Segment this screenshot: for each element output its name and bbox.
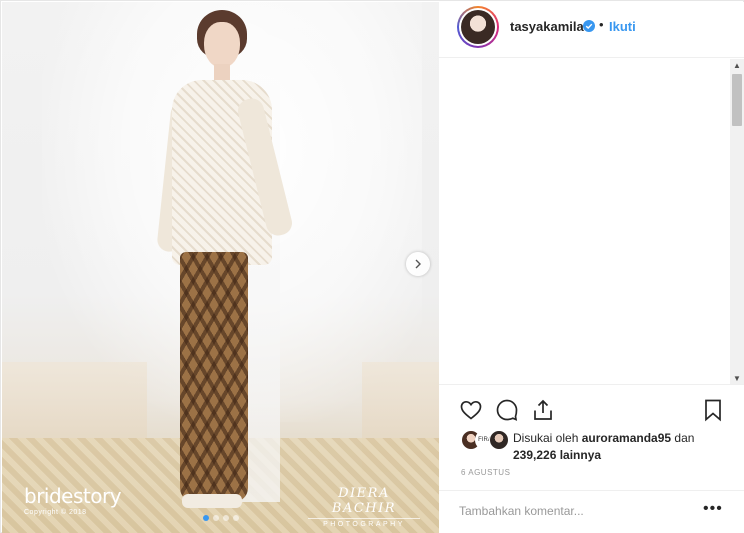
likes-prefix: Disukai oleh — [513, 431, 582, 445]
photo-bride-figure — [152, 2, 295, 533]
watermark-bridestory: bridestory Copyright © 2018 — [24, 484, 122, 516]
comment-input[interactable] — [459, 501, 689, 521]
likes-summary: Disukai oleh auroramanda95 dan 239,226 l… — [513, 430, 741, 464]
carousel-dot — [233, 515, 239, 521]
carousel-indicator — [203, 515, 239, 521]
scroll-up-arrow-icon[interactable]: ▲ — [733, 61, 741, 70]
post-date[interactable]: 6 AGUSTUS — [461, 468, 510, 477]
bride-shoes — [182, 494, 242, 508]
post-actions — [439, 384, 744, 424]
bookmark-icon[interactable] — [701, 398, 725, 422]
post-side-panel: tasyakamila • Ikuti ▲ ▼ FIRA Disukai ole… — [439, 2, 744, 533]
liker-avatar[interactable] — [489, 430, 509, 450]
share-icon[interactable] — [531, 398, 555, 422]
carousel-dot — [203, 515, 209, 521]
watermark-copyright: Copyright © 2018 — [24, 509, 87, 516]
bride-batik-skirt — [180, 252, 248, 502]
avatar-story-ring[interactable] — [457, 6, 499, 48]
carousel-dot — [213, 515, 219, 521]
avatar-frame — [459, 8, 497, 46]
likes-section: FIRA Disukai oleh auroramanda95 dan 239,… — [461, 427, 741, 463]
follow-button[interactable]: Ikuti — [609, 19, 636, 34]
scroll-down-arrow-icon[interactable]: ▼ — [733, 374, 741, 383]
username-link[interactable]: tasyakamila — [510, 19, 584, 34]
watermark-photographer-name: DIERA BACHIR — [331, 486, 397, 516]
comment-icon[interactable] — [495, 398, 519, 422]
likes-count-link[interactable]: 239,226 lainnya — [513, 448, 601, 462]
avatar — [461, 10, 495, 44]
chevron-right-icon — [415, 259, 421, 269]
post-header: tasyakamila • Ikuti — [439, 2, 744, 58]
comments-scrollbar[interactable]: ▲ ▼ — [730, 59, 744, 385]
header-separator: • — [599, 17, 604, 32]
verified-badge-icon — [583, 20, 595, 32]
instagram-post: bridestory Copyright © 2018 DIERA BACHIR… — [0, 0, 744, 533]
scrollbar-thumb[interactable] — [732, 74, 742, 126]
heart-icon[interactable] — [459, 398, 483, 422]
liker-avatars: FIRA — [461, 430, 511, 450]
carousel-dot — [223, 515, 229, 521]
more-options-button[interactable]: ••• — [703, 500, 723, 518]
bride-face — [204, 22, 240, 68]
likes-conjunction: dan — [671, 431, 695, 445]
comment-bar: ••• — [439, 490, 744, 533]
carousel-next-button[interactable] — [406, 252, 430, 276]
liker-username-link[interactable]: auroramanda95 — [582, 431, 671, 445]
watermark-brand: bridestory — [24, 484, 122, 508]
comments-area: ▲ ▼ — [439, 59, 744, 385]
watermark-photographer: DIERA BACHIR PHOTOGRAPHY — [308, 486, 420, 528]
post-photo[interactable]: bridestory Copyright © 2018 DIERA BACHIR… — [2, 2, 439, 533]
watermark-photographer-subtitle: PHOTOGRAPHY — [308, 518, 420, 528]
